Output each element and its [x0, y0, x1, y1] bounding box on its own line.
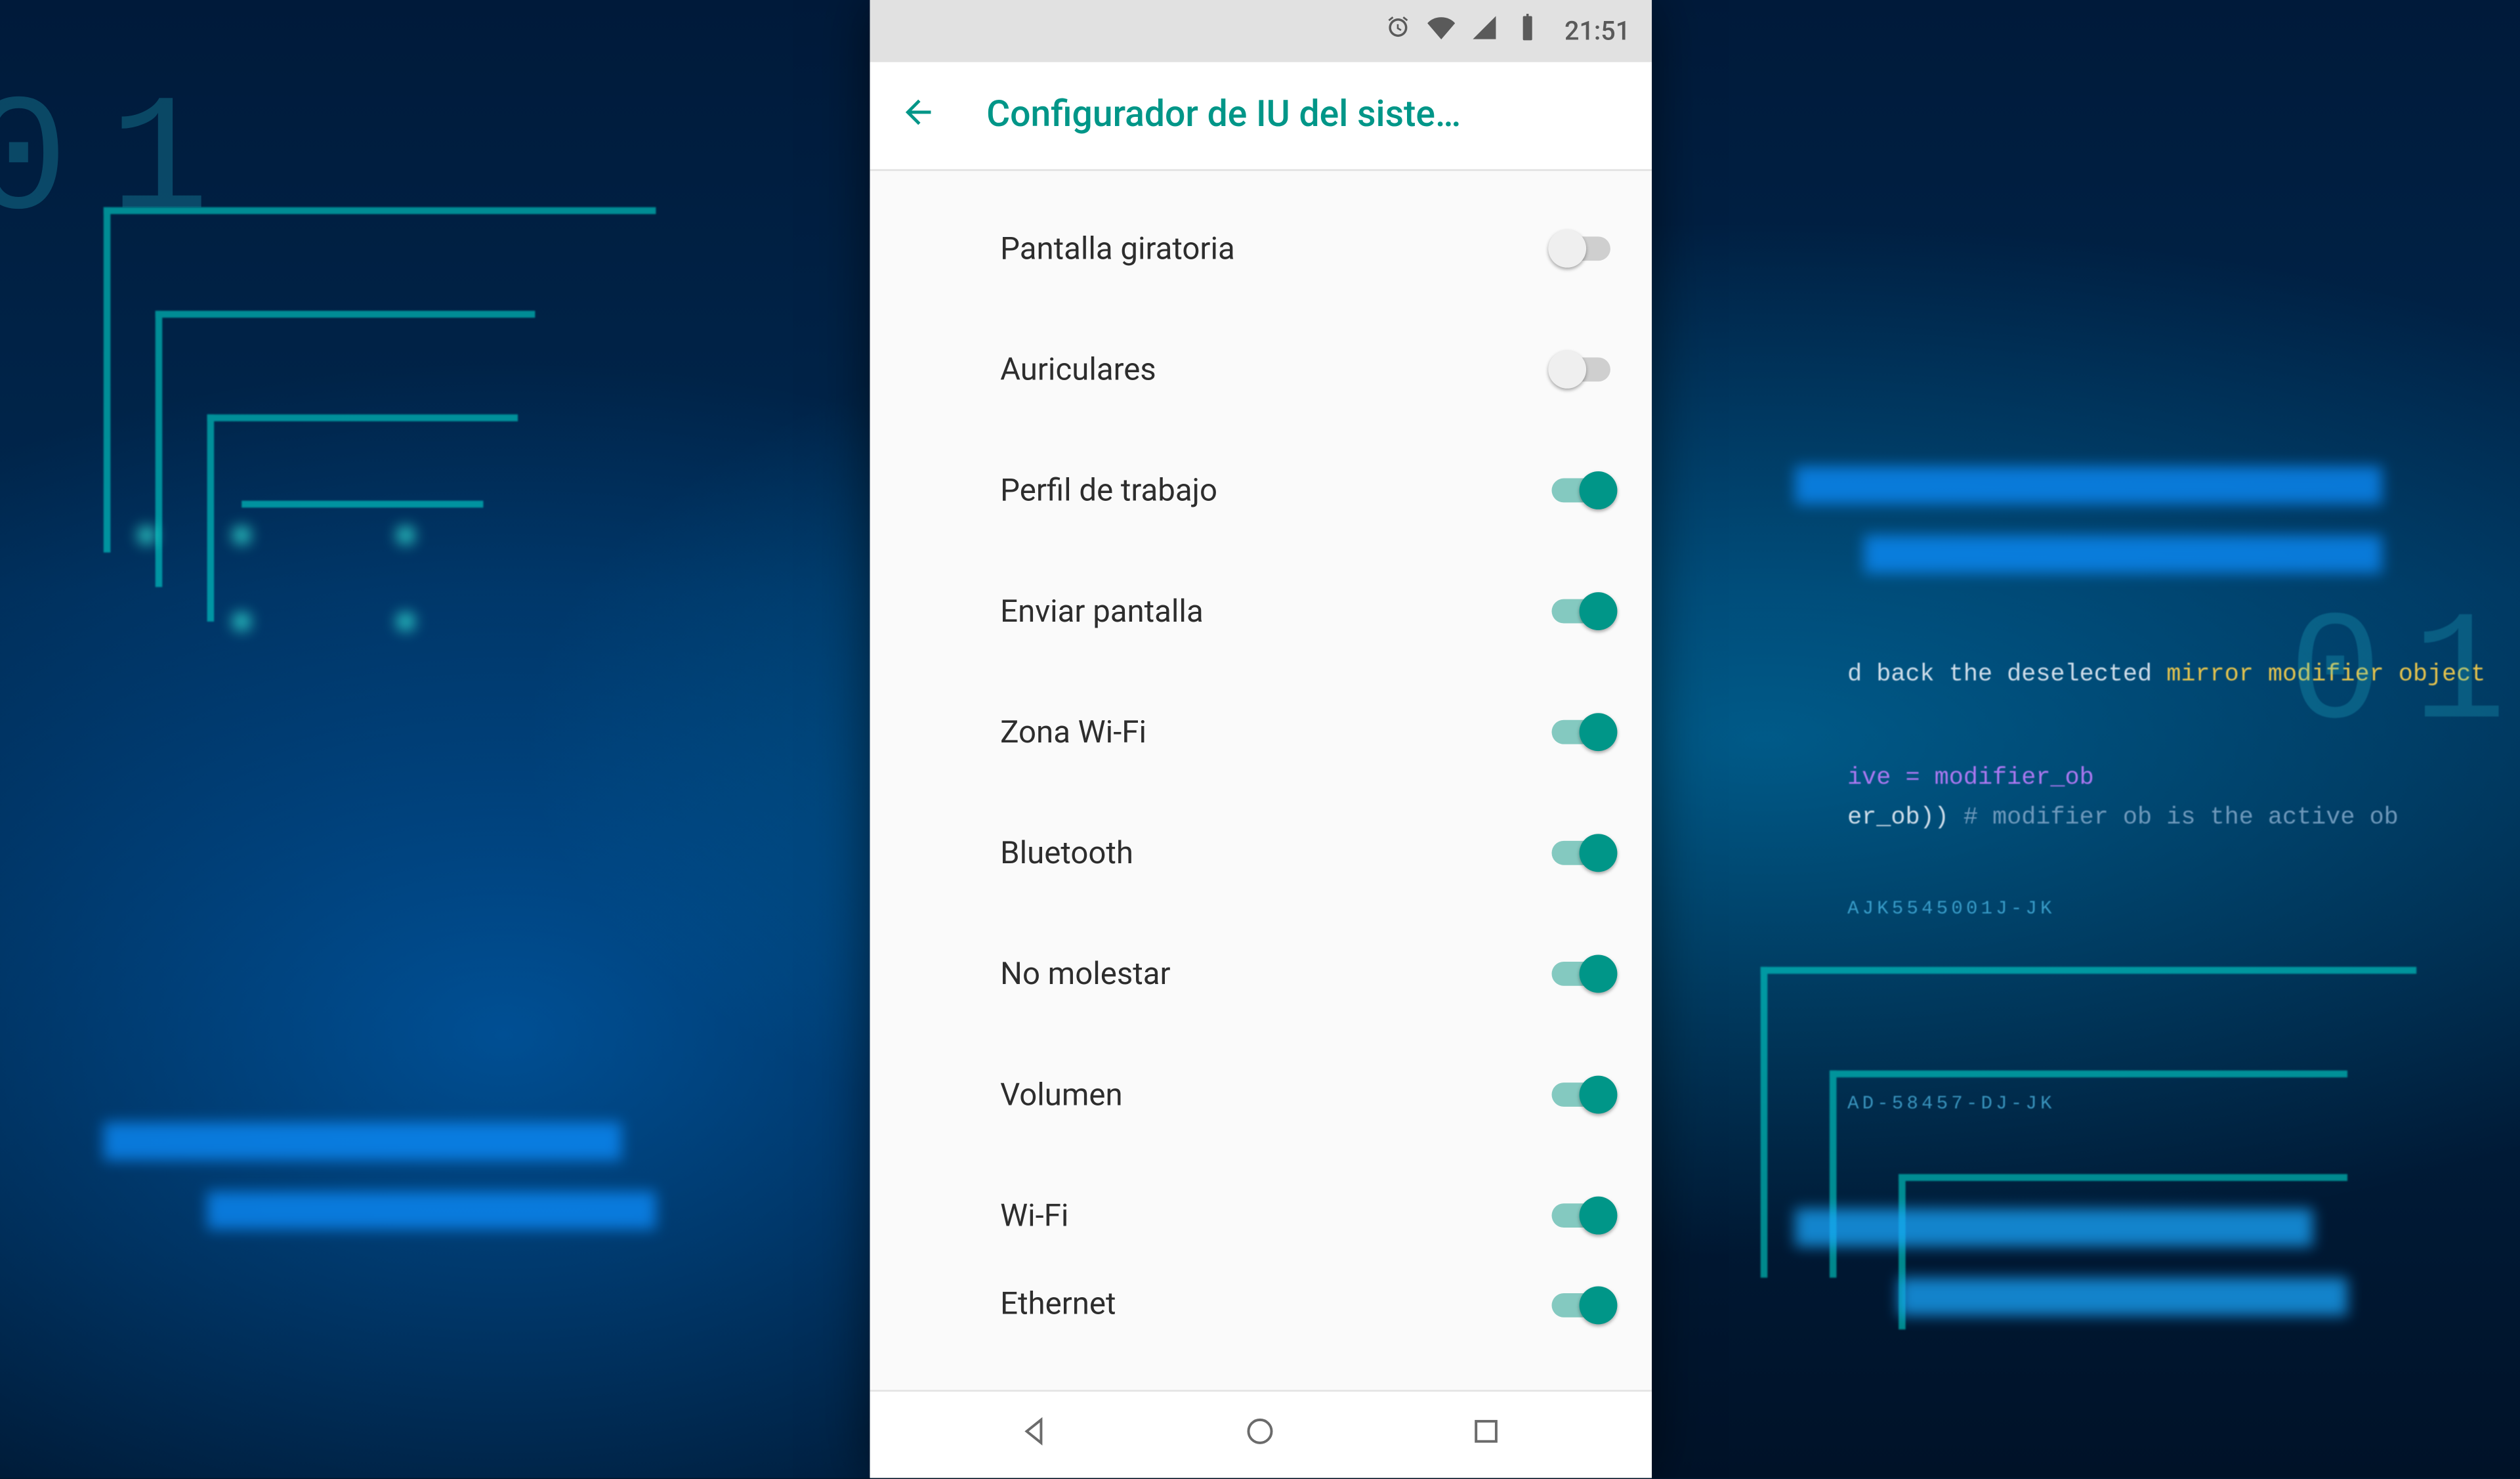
arrow-left-icon: [898, 93, 936, 138]
phone-frame: 21:51 Configurador de IU del siste… Pant…: [869, 0, 1650, 1478]
toggle-cast-screen[interactable]: [1551, 592, 1616, 630]
nav-home-icon: [1243, 1414, 1278, 1455]
setting-row-cast-screen: Enviar pantalla: [869, 551, 1650, 672]
back-button[interactable]: [896, 95, 938, 137]
setting-row-ethernet: Ethernet: [869, 1276, 1650, 1359]
setting-label: Auriculares: [1000, 351, 1551, 387]
nav-back-button[interactable]: [974, 1405, 1095, 1464]
setting-label: No molestar: [1000, 956, 1551, 992]
alarm-icon: [1385, 14, 1413, 49]
battery-icon: [1515, 14, 1542, 49]
setting-label: Perfil de trabajo: [1000, 472, 1551, 508]
status-time: 21:51: [1564, 16, 1630, 47]
toggle-wifi[interactable]: [1551, 1197, 1616, 1235]
toggle-ethernet[interactable]: [1551, 1286, 1616, 1324]
nav-recents-icon: [1469, 1414, 1503, 1455]
cell-signal-icon: [1471, 14, 1499, 49]
setting-row-volume: Volumen: [869, 1034, 1650, 1155]
toggle-volume[interactable]: [1551, 1076, 1616, 1114]
nav-back-icon: [1017, 1414, 1052, 1455]
toggle-wifi-zone[interactable]: [1551, 713, 1616, 751]
setting-row-dnd: No molestar: [869, 913, 1650, 1034]
setting-row-bluetooth: Bluetooth: [869, 792, 1650, 913]
nav-home-button[interactable]: [1200, 1405, 1320, 1464]
toggle-dnd[interactable]: [1551, 954, 1616, 993]
app-bar: Configurador de IU del siste…: [869, 62, 1650, 171]
toggle-rotating-screen[interactable]: [1551, 230, 1616, 268]
toggle-headphones[interactable]: [1551, 351, 1616, 389]
setting-label: Wi-Fi: [1000, 1197, 1551, 1233]
settings-list: Pantalla giratoria Auriculares Perfil de t…: [869, 171, 1650, 1390]
toggle-bluetooth[interactable]: [1551, 834, 1616, 872]
setting-label: Pantalla giratoria: [1000, 230, 1551, 267]
setting-row-wifi-zone: Zona Wi-Fi: [869, 672, 1650, 792]
setting-label: Zona Wi-Fi: [1000, 714, 1551, 750]
setting-label: Ethernet: [1000, 1286, 1551, 1322]
status-bar: 21:51: [869, 0, 1650, 62]
setting-row-rotating-screen: Pantalla giratoria: [869, 188, 1650, 309]
setting-label: Volumen: [1000, 1077, 1551, 1113]
setting-row-wifi: Wi-Fi: [869, 1155, 1650, 1276]
setting-label: Enviar pantalla: [1000, 593, 1551, 629]
setting-label: Bluetooth: [1000, 835, 1551, 871]
wifi-icon: [1428, 14, 1456, 49]
page-title: Configurador de IU del siste…: [986, 95, 1624, 137]
android-nav-bar: [869, 1390, 1650, 1478]
setting-row-work-profile: Perfil de trabajo: [869, 430, 1650, 551]
setting-row-headphones: Auriculares: [869, 309, 1650, 430]
toggle-work-profile[interactable]: [1551, 471, 1616, 509]
nav-recents-button[interactable]: [1425, 1405, 1546, 1464]
